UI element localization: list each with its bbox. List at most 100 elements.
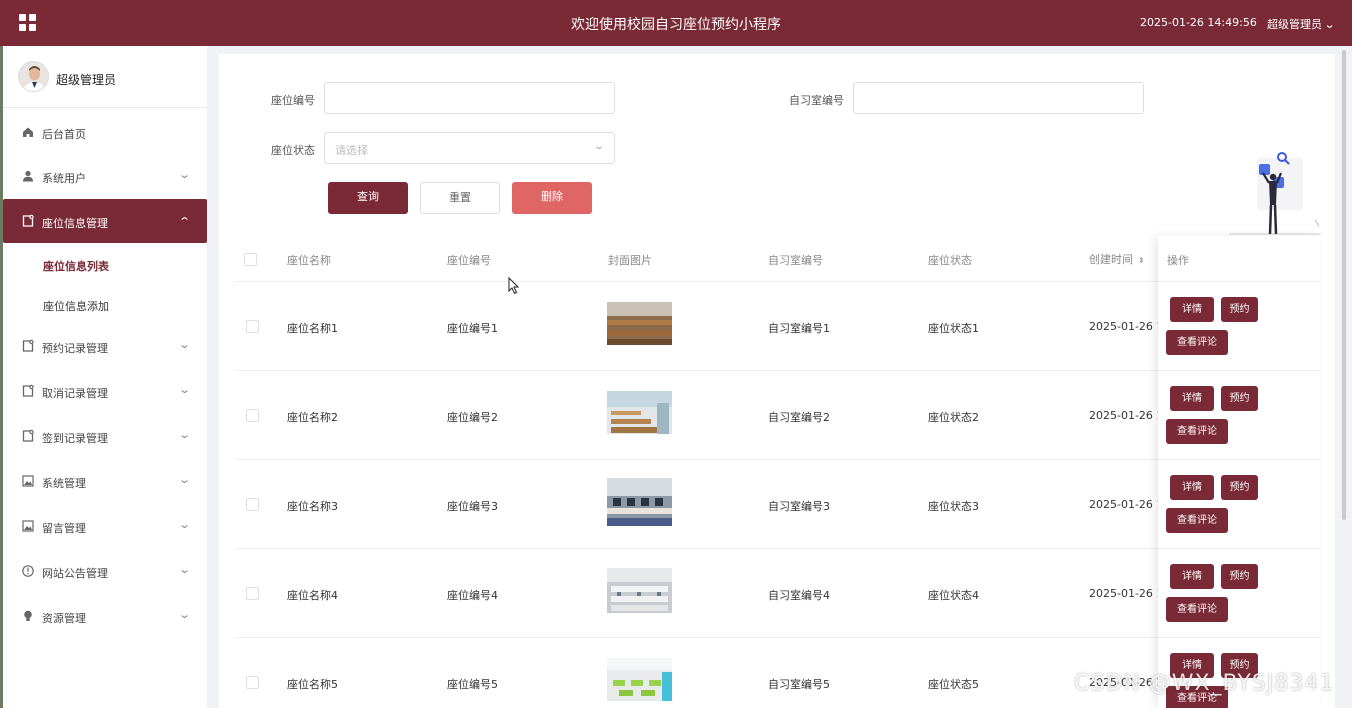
row-checkbox[interactable]	[246, 498, 259, 511]
column-header-created-label: 创建时间	[1089, 253, 1133, 266]
row-checkbox[interactable]	[246, 676, 259, 689]
seat-no-cell: 座位编号5	[447, 678, 498, 691]
seat-no-cell: 座位编号4	[447, 589, 498, 602]
column-header-created[interactable]: 创建时间 ⬍	[1089, 251, 1145, 267]
actions-column: 操作 详情 预约 查看评论 详情 预约 查看评论 详情 预约 查看评论 详情 预…	[1158, 236, 1320, 708]
detail-button[interactable]: 详情	[1170, 475, 1214, 500]
seat-name-cell: 座位名称4	[287, 589, 338, 602]
state-placeholder: 请选择	[335, 144, 368, 157]
view-comments-button[interactable]: 查看评论	[1166, 597, 1228, 622]
room-no-label: 自习室编号	[789, 94, 844, 107]
content-panel: 座位编号 自习室编号 座位状态 请选择 ⌄ 查询 重置 删除 座位名称 座位编号…	[219, 54, 1335, 708]
seat-no-cell: 座位编号1	[447, 322, 498, 335]
detail-button[interactable]: 详情	[1170, 564, 1214, 589]
sidebar-item-checkins[interactable]: 签到记录管理 ⌄	[3, 414, 207, 458]
chevron-down-icon: ⌄	[178, 428, 192, 441]
column-header-name: 座位名称	[287, 254, 331, 267]
sidebar-item-label: 系统管理	[42, 477, 86, 490]
scrollbar-thumb[interactable]	[1342, 50, 1346, 520]
row-checkbox[interactable]	[246, 587, 259, 600]
table-divider	[1158, 370, 1320, 371]
document-icon	[21, 384, 35, 398]
sidebar: 超级管理员 后台首页 系统用户 ⌄ 座位信息管理 ⌃ 座位信息列表 座位信息添加…	[3, 46, 207, 708]
chevron-down-icon: ⌄	[178, 338, 192, 351]
table-divider	[1158, 459, 1320, 460]
cover-image	[607, 302, 672, 345]
query-button[interactable]: 查询	[328, 182, 408, 214]
created-cell: 2025-01-26 1	[1089, 320, 1164, 333]
cover-image	[607, 391, 672, 434]
chevron-down-icon: ⌄	[178, 473, 192, 486]
sidebar-subitem-seat-add[interactable]: 座位信息添加	[43, 298, 109, 314]
profile: 超级管理员	[3, 46, 207, 108]
watermark: CSDN @WX_BYSJ8341	[1074, 671, 1335, 696]
sidebar-item-home[interactable]: 后台首页	[3, 110, 207, 154]
sidebar-item-system[interactable]: 系统管理 ⌄	[3, 459, 207, 503]
sidebar-item-announcements[interactable]: 网站公告管理 ⌄	[3, 549, 207, 593]
seat-name-cell: 座位名称5	[287, 678, 338, 691]
state-cell: 座位状态3	[928, 500, 979, 513]
sidebar-item-users[interactable]: 系统用户 ⌄	[3, 154, 207, 198]
sidebar-item-messages[interactable]: 留言管理 ⌄	[3, 504, 207, 548]
sidebar-item-label: 留言管理	[42, 522, 86, 535]
state-cell: 座位状态1	[928, 322, 979, 335]
sort-icon: ⬍	[1138, 256, 1145, 265]
sidebar-subitem-seat-list[interactable]: 座位信息列表	[43, 258, 109, 274]
view-comments-button[interactable]: 查看评论	[1166, 330, 1228, 355]
column-header-room-no: 自习室编号	[768, 254, 823, 267]
seat-name-cell: 座位名称2	[287, 411, 338, 424]
seat-name-cell: 座位名称1	[287, 322, 338, 335]
reserve-button[interactable]: 预约	[1221, 386, 1258, 411]
profile-name: 超级管理员	[56, 73, 117, 87]
sidebar-item-label: 资源管理	[42, 612, 86, 625]
row-checkbox[interactable]	[246, 409, 259, 422]
cover-image	[607, 658, 672, 701]
view-comments-button[interactable]: 查看评论	[1166, 419, 1228, 444]
seat-no-input[interactable]	[324, 82, 615, 114]
room-no-cell: 自习室编号3	[768, 500, 830, 513]
column-header-seat-no: 座位编号	[447, 254, 491, 267]
reset-button[interactable]: 重置	[420, 182, 500, 214]
chevron-down-icon: ⌄	[178, 383, 192, 396]
column-header-cover: 封面图片	[608, 254, 652, 267]
page-scrollbar[interactable]	[1340, 50, 1348, 520]
seat-no-cell: 座位编号2	[447, 411, 498, 424]
column-header-state: 座位状态	[928, 254, 972, 267]
info-icon	[21, 564, 35, 578]
sidebar-item-seat-info[interactable]: 座位信息管理 ⌃	[3, 199, 207, 243]
user-menu[interactable]: 超级管理员 ⌄	[1267, 16, 1336, 32]
chevron-down-icon: ⌄	[1323, 18, 1336, 31]
avatar	[18, 61, 49, 92]
select-all-checkbox[interactable]	[244, 253, 257, 266]
created-cell: 2025-01-26 1	[1089, 587, 1164, 600]
sidebar-item-reservations[interactable]: 预约记录管理 ⌄	[3, 324, 207, 368]
sidebar-item-label: 取消记录管理	[42, 387, 108, 400]
detail-button[interactable]: 详情	[1170, 297, 1214, 322]
detail-button[interactable]: 详情	[1170, 386, 1214, 411]
sidebar-item-label: 后台首页	[42, 128, 86, 141]
state-cell: 座位状态2	[928, 411, 979, 424]
column-header-actions: 操作	[1167, 254, 1189, 267]
delete-button[interactable]: 删除	[512, 182, 592, 214]
reserve-button[interactable]: 预约	[1221, 564, 1258, 589]
sidebar-item-label: 网站公告管理	[42, 567, 108, 580]
row-checkbox[interactable]	[246, 320, 259, 333]
search-illustration	[1229, 148, 1321, 236]
reserve-button[interactable]: 预约	[1221, 297, 1258, 322]
sidebar-item-cancellations[interactable]: 取消记录管理 ⌄	[3, 369, 207, 413]
chevron-down-icon: ⌄	[178, 608, 192, 621]
view-comments-button[interactable]: 查看评论	[1166, 508, 1228, 533]
room-no-input[interactable]	[853, 82, 1144, 114]
user-icon	[21, 169, 35, 183]
reserve-button[interactable]: 预约	[1221, 475, 1258, 500]
chevron-down-icon: ⌄	[178, 518, 192, 531]
seat-no-cell: 座位编号3	[447, 500, 498, 513]
sidebar-item-resources[interactable]: 资源管理 ⌄	[3, 594, 207, 638]
state-select[interactable]: 请选择 ⌄	[324, 132, 615, 164]
seat-no-label: 座位编号	[271, 94, 315, 107]
sidebar-item-label: 预约记录管理	[42, 342, 108, 355]
user-menu-label: 超级管理员	[1267, 18, 1322, 31]
sidebar-item-label: 座位信息管理	[42, 217, 108, 230]
room-no-cell: 自习室编号2	[768, 411, 830, 424]
chevron-up-icon: ⌃	[178, 215, 192, 228]
